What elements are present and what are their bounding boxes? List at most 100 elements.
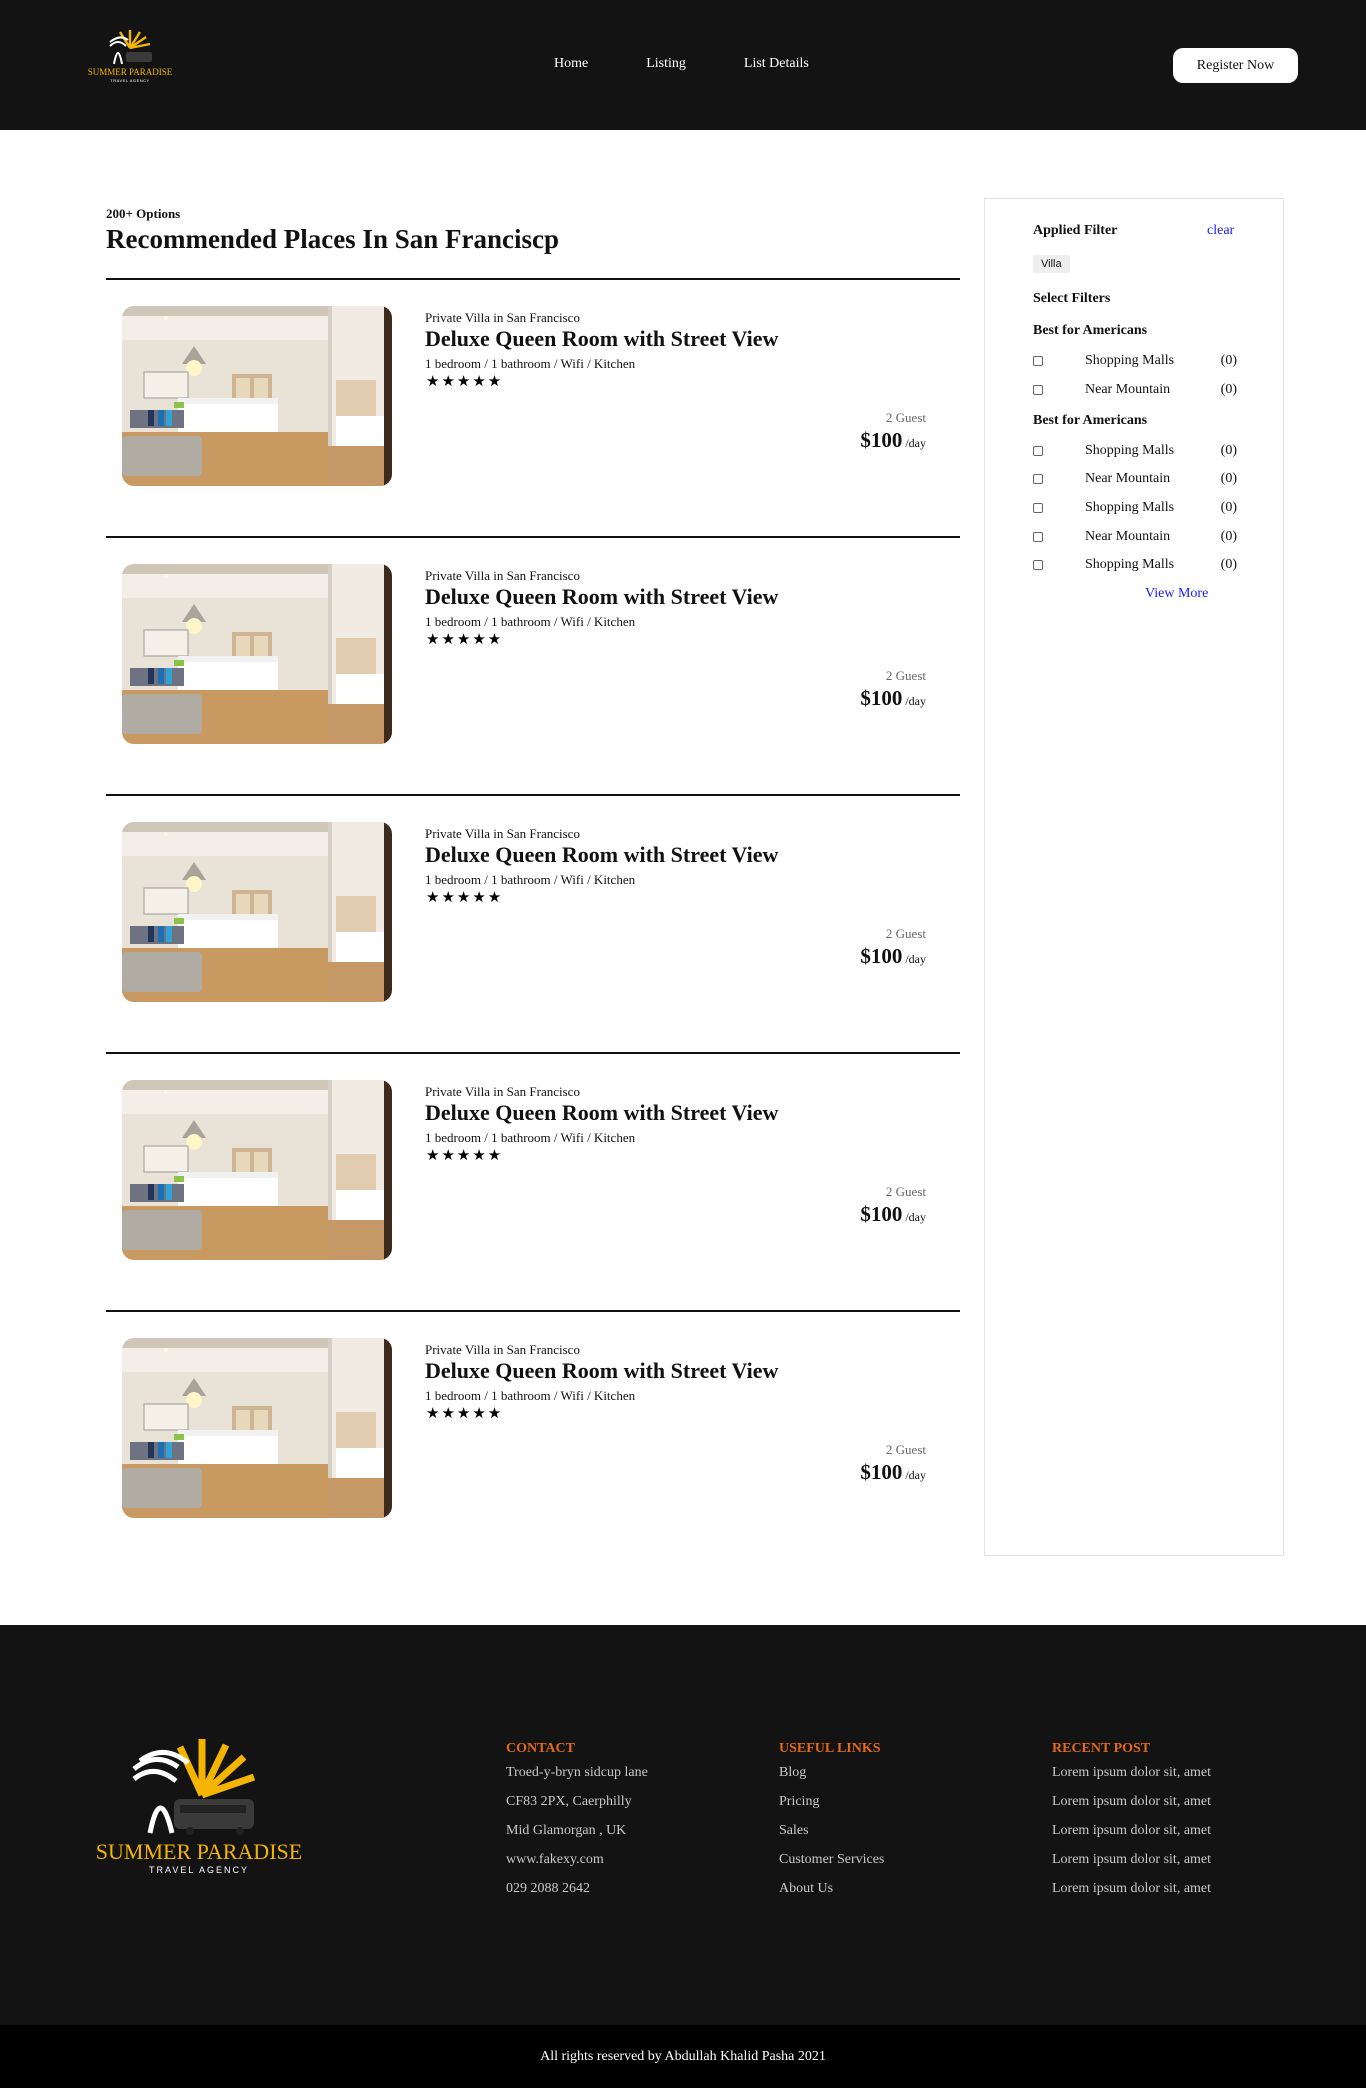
svg-text:TRAVEL AGENCY: TRAVEL AGENCY bbox=[149, 1865, 249, 1875]
view-more-link[interactable]: View More bbox=[1145, 586, 1208, 602]
listing-title[interactable]: Deluxe Queen Room with Street View bbox=[425, 1358, 778, 1384]
listing-title[interactable]: Deluxe Queen Room with Street View bbox=[425, 842, 778, 868]
filter-option-count: (0) bbox=[1220, 557, 1237, 572]
listing-price: $100/day bbox=[860, 1460, 926, 1485]
filter-option[interactable]: Shopping Malls (0) bbox=[1033, 443, 1237, 461]
filter-checkbox[interactable] bbox=[1033, 474, 1043, 484]
rating-stars: ★★★★★ bbox=[426, 374, 504, 390]
footer-contact-item: Troed-y-bryn sidcup lane bbox=[506, 1765, 648, 1780]
listing-price: $100/day bbox=[860, 1202, 926, 1227]
listing-card[interactable]: Private Villa in San Francisco Deluxe Qu… bbox=[106, 536, 960, 794]
listing-photo[interactable] bbox=[122, 306, 392, 486]
listing-photo[interactable] bbox=[122, 564, 392, 744]
svg-text:SUMMER PARADISE: SUMMER PARADISE bbox=[88, 67, 172, 77]
listing-guests: 2 Guest bbox=[885, 1184, 926, 1199]
price-amount: $100 bbox=[860, 1202, 903, 1226]
footer-useful-links: USEFUL LINKS Blog Pricing Sales Customer… bbox=[779, 1741, 884, 1909]
footer-link[interactable]: Pricing bbox=[779, 1793, 884, 1822]
listing-subtitle: Private Villa in San Francisco bbox=[425, 310, 580, 325]
filter-option-count: (0) bbox=[1220, 529, 1237, 544]
summer-paradise-logo[interactable]: SUMMER PARADISE TRAVEL AGENCY bbox=[88, 24, 172, 86]
filter-checkbox[interactable] bbox=[1033, 560, 1043, 570]
applied-filter-label: Applied Filter bbox=[1033, 223, 1118, 238]
listing-card[interactable]: Private Villa in San Francisco Deluxe Qu… bbox=[106, 278, 960, 536]
filter-option[interactable]: Shopping Malls (0) bbox=[1033, 557, 1237, 575]
filter-group-title: Best for Americans bbox=[1033, 323, 1148, 338]
listing-photo[interactable] bbox=[122, 1080, 392, 1260]
footer-recent-post[interactable]: Lorem ipsum dolor sit, amet bbox=[1052, 1851, 1211, 1880]
clear-filters-link[interactable]: clear bbox=[1207, 223, 1234, 239]
filter-group-title: Best for Americans bbox=[1033, 413, 1148, 428]
footer-contact-item: CF83 2PX, Caerphilly bbox=[506, 1794, 632, 1809]
listing-card[interactable]: Private Villa in San Francisco Deluxe Qu… bbox=[106, 794, 960, 1052]
listing-price: $100/day bbox=[860, 686, 926, 711]
filter-option-count: (0) bbox=[1220, 382, 1237, 397]
filter-checkbox[interactable] bbox=[1033, 532, 1043, 542]
filter-option[interactable]: Near Mountain (0) bbox=[1033, 471, 1237, 489]
listing-amenities: 1 bedroom / 1 bathroom / Wifi / Kitchen bbox=[425, 614, 636, 629]
filter-option[interactable]: Near Mountain (0) bbox=[1033, 382, 1237, 400]
nav-listing[interactable]: Listing bbox=[646, 56, 686, 72]
filter-option-count: (0) bbox=[1220, 500, 1237, 515]
footer-recent-post[interactable]: Lorem ipsum dolor sit, amet bbox=[1052, 1793, 1211, 1822]
listing-card[interactable]: Private Villa in San Francisco Deluxe Qu… bbox=[106, 1052, 960, 1310]
filter-option[interactable]: Shopping Malls (0) bbox=[1033, 500, 1237, 518]
listing-amenities: 1 bedroom / 1 bathroom / Wifi / Kitchen bbox=[425, 1130, 636, 1145]
footer-contact-item[interactable]: www.fakexy.com bbox=[506, 1851, 648, 1880]
filter-option[interactable]: Shopping Malls (0) bbox=[1033, 353, 1237, 371]
filter-checkbox[interactable] bbox=[1033, 503, 1043, 513]
filter-chip-villa[interactable]: Villa bbox=[1033, 255, 1070, 273]
svg-text:SUMMER PARADISE: SUMMER PARADISE bbox=[96, 1839, 302, 1864]
listing-photo[interactable] bbox=[122, 822, 392, 1002]
listing-amenities: 1 bedroom / 1 bathroom / Wifi / Kitchen bbox=[425, 1388, 636, 1403]
listing-guests: 2 Guest bbox=[885, 668, 926, 683]
listing-title[interactable]: Deluxe Queen Room with Street View bbox=[425, 326, 778, 352]
price-unit: /day bbox=[905, 694, 926, 708]
filter-option-label: Near Mountain bbox=[1085, 529, 1171, 544]
listing-guests: 2 Guest bbox=[885, 926, 926, 941]
footer-contact-heading: CONTACT bbox=[506, 1741, 575, 1756]
footer-link[interactable]: Blog bbox=[779, 1764, 884, 1793]
filter-option-label: Near Mountain bbox=[1085, 382, 1171, 397]
footer-contact: CONTACT Troed-y-bryn sidcup lane CF83 2P… bbox=[506, 1741, 648, 1909]
listing-list: Private Villa in San Francisco Deluxe Qu… bbox=[106, 278, 960, 1568]
footer-contact-item: Mid Glamorgan , UK bbox=[506, 1823, 627, 1838]
footer-link[interactable]: Customer Services bbox=[779, 1851, 884, 1880]
site-header: SUMMER PARADISE TRAVEL AGENCY Home Listi… bbox=[0, 0, 1366, 130]
filter-checkbox[interactable] bbox=[1033, 446, 1043, 456]
filter-option-count: (0) bbox=[1220, 471, 1237, 486]
footer-recent-post[interactable]: Lorem ipsum dolor sit, amet bbox=[1052, 1822, 1211, 1851]
rating-stars: ★★★★★ bbox=[426, 632, 504, 648]
nav-list-details[interactable]: List Details bbox=[744, 56, 809, 72]
listing-subtitle: Private Villa in San Francisco bbox=[425, 1084, 580, 1099]
svg-text:TRAVEL AGENCY: TRAVEL AGENCY bbox=[110, 78, 149, 83]
nav-home[interactable]: Home bbox=[554, 56, 588, 72]
listing-photo[interactable] bbox=[122, 1338, 392, 1518]
listing-subtitle: Private Villa in San Francisco bbox=[425, 1342, 580, 1357]
footer-link[interactable]: Sales bbox=[779, 1822, 884, 1851]
filter-option[interactable]: Near Mountain (0) bbox=[1033, 529, 1237, 547]
footer-link[interactable]: About Us bbox=[779, 1880, 884, 1909]
footer-recent-post[interactable]: Lorem ipsum dolor sit, amet bbox=[1052, 1764, 1211, 1793]
listing-subtitle: Private Villa in San Francisco bbox=[425, 826, 580, 841]
site-footer: SUMMER PARADISE TRAVEL AGENCY CONTACT Tr… bbox=[0, 1625, 1366, 2025]
listing-title[interactable]: Deluxe Queen Room with Street View bbox=[425, 1100, 778, 1126]
price-amount: $100 bbox=[860, 1460, 903, 1484]
filter-option-label: Shopping Malls bbox=[1085, 500, 1175, 515]
listing-title[interactable]: Deluxe Queen Room with Street View bbox=[425, 584, 778, 610]
register-now-button[interactable]: Register Now bbox=[1173, 48, 1298, 83]
footer-recent-post[interactable]: Lorem ipsum dolor sit, amet bbox=[1052, 1880, 1211, 1909]
filter-option-label: Shopping Malls bbox=[1085, 443, 1175, 458]
listing-card[interactable]: Private Villa in San Francisco Deluxe Qu… bbox=[106, 1310, 960, 1568]
copyright-bar: All rights reserved by Abdullah Khalid P… bbox=[0, 2025, 1366, 2088]
filter-checkbox[interactable] bbox=[1033, 385, 1043, 395]
price-unit: /day bbox=[905, 436, 926, 450]
filter-option-label: Near Mountain bbox=[1085, 471, 1171, 486]
price-unit: /day bbox=[905, 1210, 926, 1224]
main-content: 200+ Options Recommended Places In San F… bbox=[0, 130, 1366, 1625]
listing-guests: 2 Guest bbox=[885, 410, 926, 425]
filter-checkbox[interactable] bbox=[1033, 356, 1043, 366]
price-amount: $100 bbox=[860, 428, 903, 452]
filter-option-count: (0) bbox=[1220, 353, 1237, 368]
listing-amenities: 1 bedroom / 1 bathroom / Wifi / Kitchen bbox=[425, 356, 636, 371]
